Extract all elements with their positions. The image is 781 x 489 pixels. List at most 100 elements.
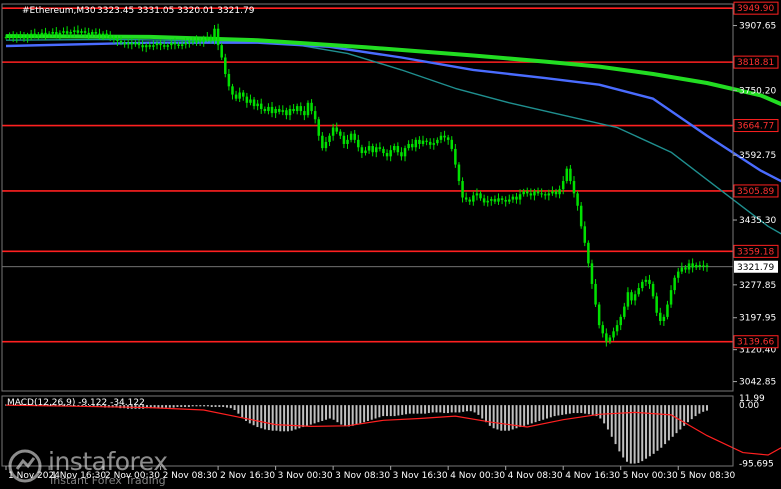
- branding: instaforex Instant Forex Trading: [8, 447, 208, 487]
- macd-histogram-bar: [225, 405, 228, 408]
- candle-body: [177, 44, 180, 46]
- macd-histogram-bar: [629, 405, 632, 464]
- macd-histogram-bar: [454, 405, 457, 413]
- candle-body: [277, 108, 281, 112]
- candle-body: [543, 194, 547, 196]
- macd-histogram-bar: [542, 405, 545, 420]
- macd-histogram-bar: [496, 405, 499, 430]
- macd-histogram-bar: [534, 405, 537, 423]
- macd-histogram-bar: [237, 405, 240, 414]
- candle-body: [633, 294, 637, 301]
- candle-body: [439, 135, 443, 140]
- candle-body: [482, 198, 486, 203]
- macd-histogram-bar: [656, 405, 659, 451]
- candle-body: [4, 36, 8, 38]
- candle-body: [583, 226, 587, 243]
- current-price-label: 3321.79: [737, 263, 774, 273]
- candle-body: [37, 34, 40, 37]
- macd-histogram-bar: [443, 405, 446, 414]
- macd-histogram-bar: [393, 405, 396, 417]
- time-tick-label: 2 Nov 16:30: [220, 471, 275, 481]
- candle-body: [659, 312, 662, 322]
- candle-body: [44, 32, 47, 36]
- candle-body: [91, 31, 94, 35]
- macd-histogram-bar: [325, 405, 328, 420]
- candle-body: [673, 277, 676, 291]
- macd-histogram-bar: [366, 405, 369, 421]
- macd-histogram-bar: [500, 405, 503, 431]
- candle-body: [242, 92, 245, 97]
- macd-histogram-bar: [424, 405, 427, 414]
- time-tick-label: 5 Nov 00:30: [623, 471, 678, 481]
- macd-histogram-bar: [599, 405, 602, 419]
- time-tick-label: 4 Nov 16:30: [565, 471, 620, 481]
- candle-body: [270, 106, 274, 114]
- candle-body: [367, 146, 371, 151]
- macd-histogram-bar: [477, 405, 480, 415]
- candle-body: [83, 31, 87, 33]
- macd-histogram-bar: [180, 405, 183, 407]
- candle-body: [486, 200, 489, 203]
- macd-histogram-bar: [694, 405, 697, 417]
- macd-histogram-bar: [351, 405, 354, 426]
- macd-histogram-bar: [271, 405, 274, 431]
- candle-body: [123, 42, 126, 45]
- candle-body: [511, 196, 515, 200]
- candle-body: [73, 30, 76, 32]
- candle-body: [141, 45, 144, 48]
- candle-body: [206, 36, 209, 40]
- price-tick-label: 3907.65: [739, 22, 776, 32]
- macd-histogram-bar: [492, 405, 495, 429]
- price-tick-label: 3277.85: [739, 281, 776, 291]
- brand-name: instaforex: [48, 447, 168, 476]
- macd-histogram-bar: [458, 405, 461, 413]
- level-tag-label: 3949.90: [737, 4, 774, 14]
- candle-body: [216, 28, 220, 46]
- candle-body: [605, 333, 608, 342]
- macd-histogram-bar: [195, 405, 198, 407]
- candle-body: [360, 147, 364, 154]
- macd-histogram-bar: [450, 405, 453, 413]
- candle-body: [655, 296, 658, 313]
- macd-histogram-bar: [321, 405, 324, 421]
- candle-body: [694, 265, 698, 268]
- macd-histogram-bar: [462, 405, 465, 412]
- candle-body: [518, 194, 522, 200]
- candle-body: [472, 195, 475, 202]
- candle-body: [630, 292, 633, 301]
- candle-body: [87, 32, 90, 35]
- candle-body: [285, 110, 288, 116]
- level-tag-label: 3505.89: [737, 187, 774, 197]
- time-tick-label: 4 Nov 08:30: [508, 471, 563, 481]
- candle-body: [561, 181, 565, 190]
- macd-histogram-bar: [591, 405, 594, 415]
- candle-body: [619, 316, 622, 326]
- candle-body: [94, 31, 98, 34]
- price-tick-label: 3197.95: [739, 314, 776, 324]
- candle-body: [195, 40, 198, 43]
- candle-body: [353, 133, 356, 140]
- candle-body: [292, 108, 295, 112]
- time-tick-label: 5 Nov 08:30: [680, 471, 735, 481]
- macd-histogram-bar: [427, 405, 430, 414]
- macd-histogram-bar: [488, 405, 491, 426]
- candle-body: [396, 146, 400, 153]
- macd-histogram-bar: [587, 405, 590, 415]
- candle-body: [457, 164, 461, 182]
- candle-body: [705, 265, 709, 267]
- candle-body: [238, 92, 241, 99]
- candle-body: [551, 191, 554, 194]
- candle-body: [342, 135, 346, 144]
- candle-body: [608, 337, 612, 342]
- candle-body: [245, 96, 249, 103]
- candle-body: [493, 199, 497, 202]
- candle-body: [490, 199, 493, 201]
- macd-header-label: MACD(12,26,9) -9.122 -34.122: [7, 398, 145, 408]
- candle-body: [428, 141, 432, 145]
- instaforex-logo-icon: [8, 449, 42, 483]
- candle-body: [227, 73, 231, 87]
- macd-histogram-bar: [553, 405, 556, 417]
- candle-body: [691, 263, 694, 268]
- macd-histogram-bar: [416, 405, 419, 414]
- candle-body: [666, 304, 669, 317]
